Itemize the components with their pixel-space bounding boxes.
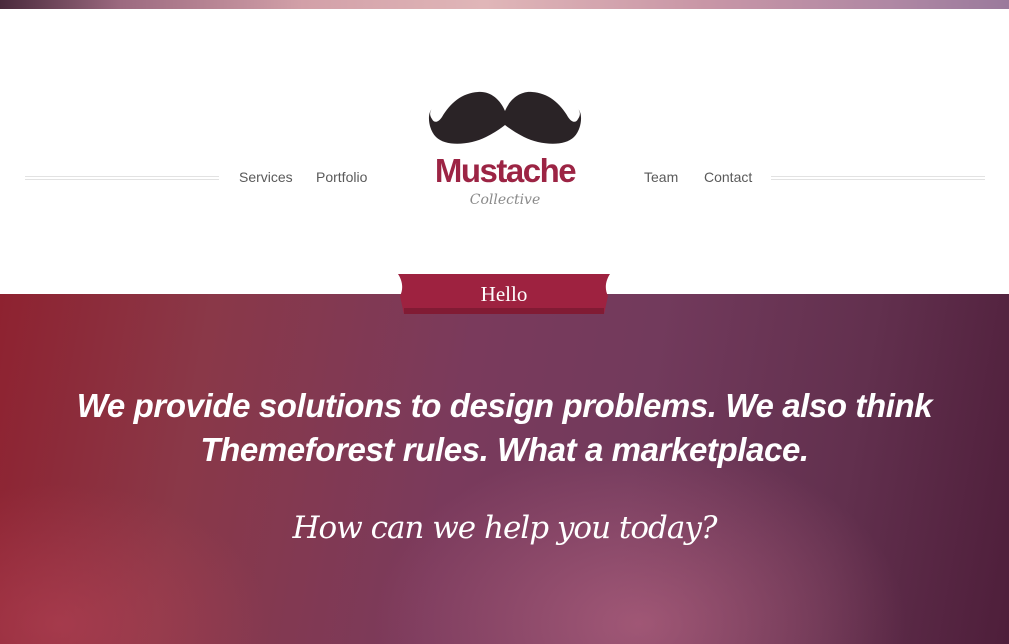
hero-headline: We provide solutions to design problems.… <box>40 384 969 472</box>
top-gradient-strip <box>0 0 1009 9</box>
nav-link-services[interactable]: Services <box>239 169 293 185</box>
hello-ribbon: Hello <box>396 274 612 314</box>
site-logo[interactable]: Mustache Collective <box>428 89 582 219</box>
nav-link-team[interactable]: Team <box>644 169 678 185</box>
hero-tagline: How can we help you today? <box>292 510 718 546</box>
ribbon-label: Hello <box>480 282 528 306</box>
nav-link-portfolio[interactable]: Portfolio <box>316 169 367 185</box>
nav-divider-right <box>771 176 985 180</box>
hero-headline-line-1: We provide solutions to design problems.… <box>76 387 933 424</box>
nav-link-contact[interactable]: Contact <box>704 169 752 185</box>
site-header: Services Portfolio Team Contact Mustache… <box>0 9 1009 294</box>
hero-headline-line-2: Themeforest rules. What a marketplace. <box>200 431 809 468</box>
nav-divider-left <box>25 176 219 180</box>
logo-subtitle: Collective <box>469 192 541 208</box>
logo-title: Mustache <box>434 152 577 189</box>
mustache-icon <box>428 91 582 144</box>
